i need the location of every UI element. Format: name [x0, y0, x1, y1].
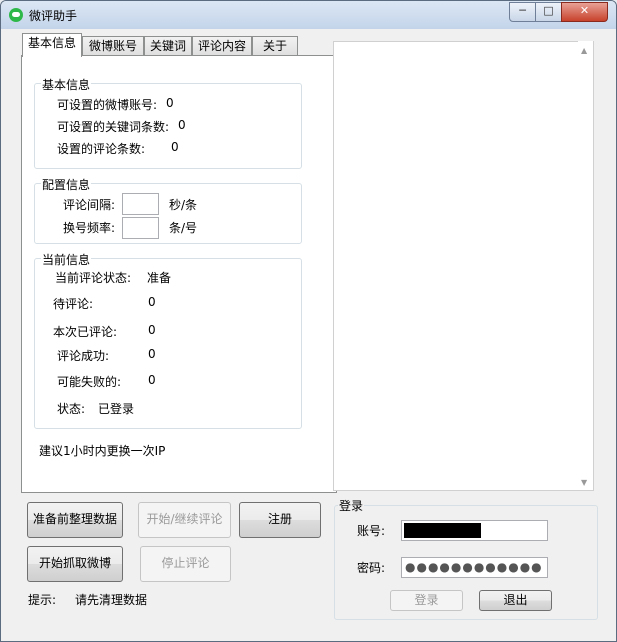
register-button[interactable]: 注册: [239, 502, 321, 538]
fail-value: 0: [148, 373, 156, 387]
comments-value: 0: [171, 140, 179, 154]
password-input[interactable]: ●●●●●●●●●●●●: [401, 557, 548, 578]
status-value: 已登录: [98, 402, 135, 416]
title-bar: 微评助手 ─ □ ✕: [1, 1, 616, 29]
minimize-button[interactable]: ─: [509, 2, 536, 22]
password-mask: ●●●●●●●●●●●●: [405, 560, 543, 574]
exit-button[interactable]: 退出: [479, 590, 552, 611]
account-redacted-value: [404, 523, 481, 538]
keywords-value: 0: [178, 118, 186, 132]
fail-label: 可能失败的:: [57, 375, 122, 389]
tab-keywords[interactable]: 关键词: [144, 36, 192, 56]
interval-unit: 秒/条: [169, 198, 198, 212]
tab-basic-info[interactable]: 基本信息: [22, 33, 82, 57]
hint-label: 提示:: [28, 593, 57, 607]
success-label: 评论成功:: [57, 349, 110, 363]
success-value: 0: [148, 347, 156, 361]
maximize-button[interactable]: □: [535, 2, 562, 22]
login-group: 登录 账号: 密码: ●●●●●●●●●●●● 登录 退出: [334, 497, 598, 620]
log-text-area[interactable]: [333, 41, 594, 491]
interval-input[interactable]: [122, 193, 159, 215]
state-value: 准备: [147, 271, 172, 285]
app-chat-icon: [9, 8, 23, 22]
state-label: 当前评论状态:: [55, 271, 132, 285]
weibo-accounts-value: 0: [166, 96, 174, 110]
start-continue-comment-button[interactable]: 开始/继续评论: [138, 502, 231, 538]
basic-info-group: 基本信息 可设置的微博账号: 0 可设置的关键词条数: 0 设置的评论条数: 0: [34, 76, 302, 169]
scroll-down-arrow-icon[interactable]: ▼: [581, 478, 587, 487]
config-group: 配置信息 评论间隔: 秒/条 换号频率: 条/号: [34, 176, 302, 244]
hint-text: 请先清理数据: [75, 593, 148, 607]
prepare-data-button[interactable]: 准备前整理数据: [27, 502, 123, 538]
window-title: 微评助手: [29, 9, 78, 23]
current-info-group-title: 当前信息: [41, 251, 92, 268]
pending-value: 0: [148, 295, 156, 309]
client-area: 基本信息 微博账号 关键词 评论内容 关于 基本信息 可设置的微博账号: 0 可…: [8, 29, 608, 634]
current-info-group: 当前信息 当前评论状态: 准备 待评论: 0 本次已评论: 0 评论成功: 0 …: [34, 251, 302, 429]
account-input[interactable]: [401, 520, 548, 541]
ip-tip-text: 建议1小时内更换一次IP: [39, 444, 166, 458]
status-label: 状态:: [57, 402, 86, 416]
login-group-title: 登录: [338, 497, 365, 514]
stop-comment-button[interactable]: 停止评论: [140, 546, 231, 582]
interval-label: 评论间隔:: [63, 198, 116, 212]
login-button[interactable]: 登录: [390, 590, 463, 611]
done-value: 0: [148, 323, 156, 337]
weibo-accounts-label: 可设置的微博账号:: [57, 98, 158, 112]
basic-info-panel: 基本信息 可设置的微博账号: 0 可设置的关键词条数: 0 设置的评论条数: 0…: [21, 55, 337, 493]
switch-label: 换号频率:: [63, 221, 116, 235]
pending-label: 待评论:: [53, 297, 94, 311]
fetch-weibo-button[interactable]: 开始抓取微博: [27, 546, 123, 582]
password-label: 密码:: [357, 561, 386, 575]
switch-input[interactable]: [122, 217, 159, 239]
tab-about[interactable]: 关于: [252, 36, 298, 56]
done-label: 本次已评论:: [53, 325, 118, 339]
app-window: 微评助手 ─ □ ✕ 基本信息 微博账号 关键词 评论内容 关于 基本信息 可设…: [0, 0, 617, 642]
keywords-label: 可设置的关键词条数:: [57, 120, 170, 134]
account-label: 账号:: [357, 524, 386, 538]
basic-info-group-title: 基本信息: [41, 76, 92, 93]
config-group-title: 配置信息: [41, 176, 92, 193]
switch-unit: 条/号: [169, 221, 198, 235]
log-scrollbar[interactable]: ▲ ▼: [578, 41, 593, 490]
tab-comment-content[interactable]: 评论内容: [192, 36, 252, 56]
tab-weibo-accounts[interactable]: 微博账号: [82, 36, 144, 56]
comments-label: 设置的评论条数:: [57, 142, 146, 156]
scroll-up-arrow-icon[interactable]: ▲: [581, 46, 587, 55]
close-button[interactable]: ✕: [561, 2, 608, 22]
